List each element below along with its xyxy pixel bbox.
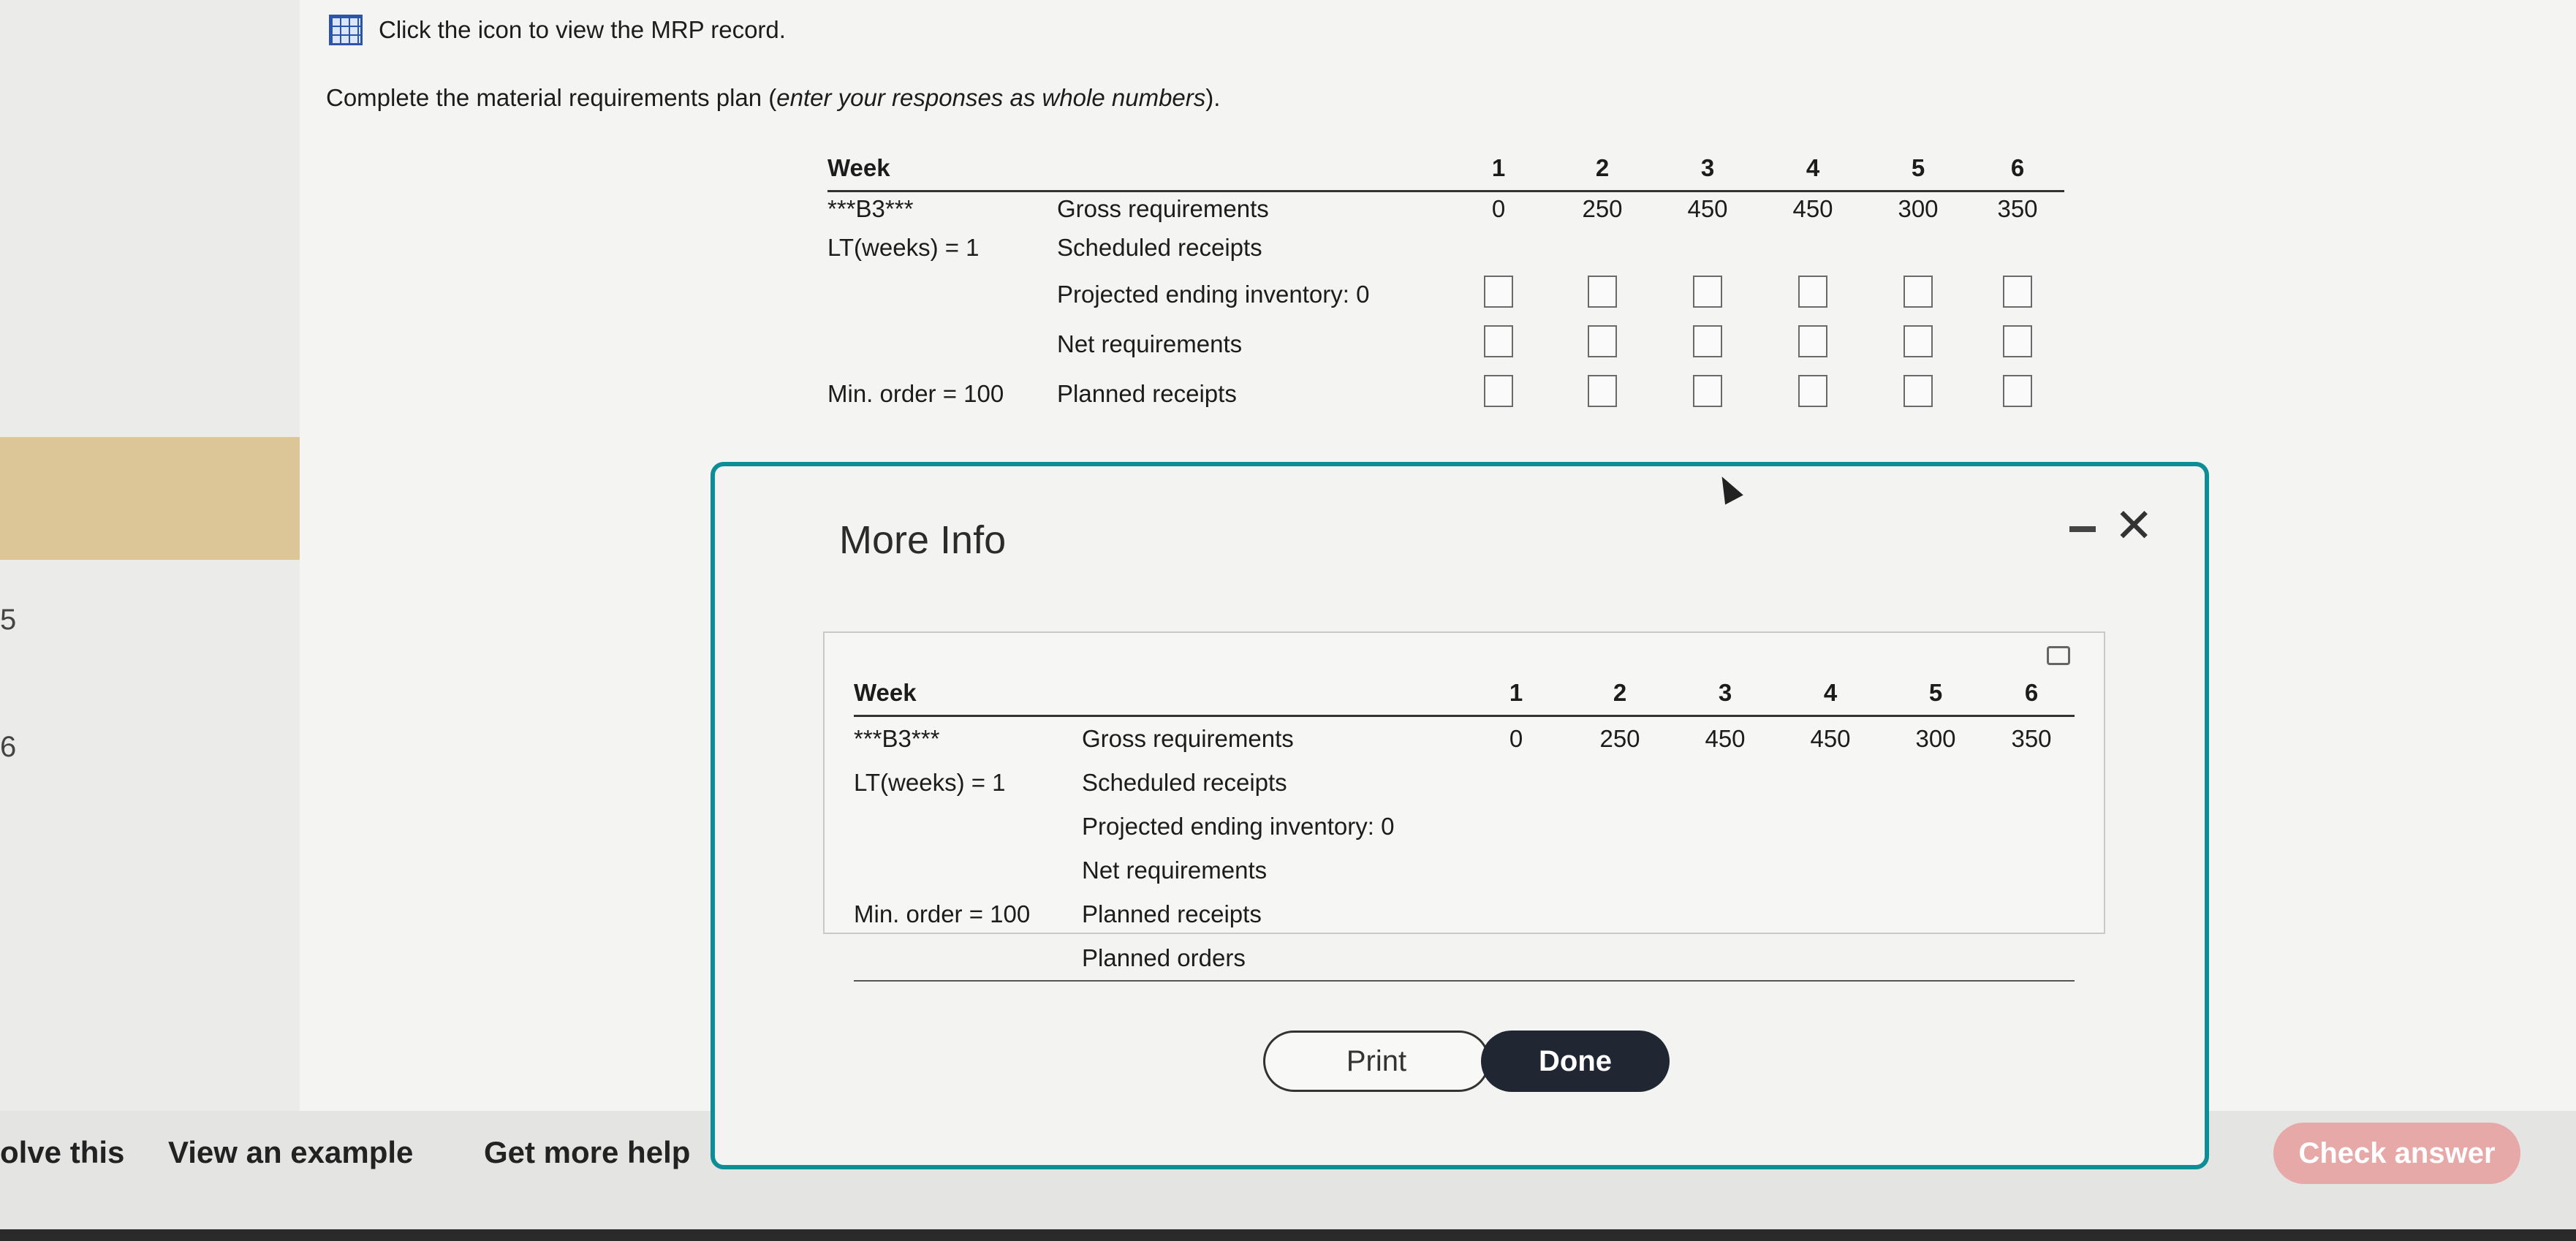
bottom-edge <box>0 1229 2576 1241</box>
record-label-projected: Projected ending inventory: 0 <box>1082 813 1395 840</box>
scheduled-receipts-row: LT(weeks) = 1 Scheduled receipts <box>827 226 2064 270</box>
planned-receipts-input[interactable] <box>1588 375 1617 407</box>
gross-value: 450 <box>1792 195 1833 222</box>
mrp-table: Week 1 2 3 4 5 6 ***B3*** Gross requirem… <box>827 146 2064 419</box>
projected-inventory-row: Projected ending inventory: 0 <box>827 270 2064 319</box>
projected-inventory-input[interactable] <box>1903 276 1933 308</box>
left-question-number[interactable]: 6 <box>0 731 16 764</box>
check-answer-button[interactable]: Check answer <box>2273 1123 2520 1184</box>
record-week-label: Week <box>854 671 1082 717</box>
planned-receipts-input[interactable] <box>2003 375 2032 407</box>
record-planned-orders-row: Planned orders <box>854 936 2075 982</box>
record-gross-value: 300 <box>1915 725 1956 752</box>
record-week-header-row: Week 1 2 3 4 5 6 <box>854 671 2075 717</box>
record-label-net: Net requirements <box>1082 857 1268 884</box>
planned-receipts-input[interactable] <box>1798 375 1827 407</box>
instruction-prefix: Complete the material requirements plan … <box>326 84 777 111</box>
lead-time: LT(weeks) = 1 <box>827 234 980 261</box>
week-number: 2 <box>1550 146 1655 192</box>
close-icon[interactable]: ✕ <box>2114 498 2153 553</box>
get-more-help-link[interactable]: Get more help <box>484 1135 690 1170</box>
minimize-icon[interactable] <box>2069 510 2099 536</box>
record-gross-row: ***B3*** Gross requirements 0 250 450 45… <box>854 716 2075 762</box>
view-example-link[interactable]: View an example <box>168 1135 413 1170</box>
week-header-row: Week 1 2 3 4 5 6 <box>827 146 2064 192</box>
planned-receipts-input[interactable] <box>1903 375 1933 407</box>
mrp-record-link[interactable]: Click the icon to view the MRP record. <box>329 15 786 45</box>
left-sidebar-active-item[interactable] <box>0 437 300 560</box>
record-label-scheduled: Scheduled receipts <box>1082 769 1287 796</box>
net-requirements-input[interactable] <box>1693 325 1722 357</box>
gross-value: 250 <box>1582 195 1623 222</box>
row-label-gross: Gross requirements <box>1057 195 1269 222</box>
record-week-number: 2 <box>1567 671 1672 717</box>
record-min-order: Min. order = 100 <box>854 900 1031 927</box>
planned-receipts-input[interactable] <box>1484 375 1513 407</box>
week-number: 3 <box>1655 146 1760 192</box>
record-label-gross: Gross requirements <box>1082 725 1294 752</box>
net-requirements-input[interactable] <box>1484 325 1513 357</box>
record-gross-value: 450 <box>1810 725 1851 752</box>
net-requirements-input[interactable] <box>1588 325 1617 357</box>
record-planned-receipts-row: Min. order = 100 Planned receipts <box>854 892 2075 936</box>
week-label: Week <box>827 146 1057 192</box>
projected-inventory-input[interactable] <box>1693 276 1722 308</box>
print-button[interactable]: Print <box>1263 1031 1490 1092</box>
record-week-number: 1 <box>1465 671 1567 717</box>
projected-inventory-input[interactable] <box>1798 276 1827 308</box>
record-label-planned-orders: Planned orders <box>1082 936 1465 982</box>
mrp-record-table: Week 1 2 3 4 5 6 ***B3*** Gross requirem… <box>854 671 2075 982</box>
record-week-number: 6 <box>1988 671 2075 717</box>
record-scheduled-row: LT(weeks) = 1 Scheduled receipts <box>854 761 2075 805</box>
gross-value: 300 <box>1898 195 1939 222</box>
planned-receipts-row: Min. order = 100 Planned receipts <box>827 369 2064 419</box>
net-requirements-row: Net requirements <box>827 319 2064 369</box>
record-net-row: Net requirements <box>854 849 2075 892</box>
copy-icon[interactable] <box>2047 646 2070 665</box>
gross-value: 0 <box>1491 195 1506 222</box>
dialog-title: More Info <box>839 518 1007 562</box>
mrp-record-panel: Week 1 2 3 4 5 6 ***B3*** Gross requirem… <box>823 631 2105 982</box>
record-week-number: 5 <box>1883 671 1988 717</box>
gross-requirements-row: ***B3*** Gross requirements 0 250 450 45… <box>827 191 2064 227</box>
left-question-number[interactable]: 5 <box>0 604 16 637</box>
week-number: 5 <box>1865 146 1971 192</box>
record-item-name: ***B3*** <box>854 725 940 752</box>
record-projected-row: Projected ending inventory: 0 <box>854 805 2075 849</box>
projected-inventory-input[interactable] <box>1588 276 1617 308</box>
record-gross-value: 350 <box>2011 725 2052 752</box>
more-info-dialog: More Info ✕ Week 1 2 3 4 5 6 ***B3*** Gr… <box>711 462 2209 1169</box>
instruction-emphasis: enter your responses as whole numbers <box>776 84 1206 111</box>
record-week-number: 4 <box>1778 671 1883 717</box>
record-gross-value: 0 <box>1509 725 1523 752</box>
gross-value: 350 <box>1997 195 2038 222</box>
done-button[interactable]: Done <box>1481 1031 1670 1092</box>
record-gross-value: 450 <box>1705 725 1746 752</box>
grid-icon[interactable] <box>329 15 363 45</box>
week-number: 6 <box>1971 146 2064 192</box>
row-label-scheduled: Scheduled receipts <box>1057 234 1262 261</box>
record-lead-time: LT(weeks) = 1 <box>854 769 1006 796</box>
record-gross-value: 250 <box>1599 725 1640 752</box>
net-requirements-input[interactable] <box>1798 325 1827 357</box>
week-number: 4 <box>1760 146 1865 192</box>
net-requirements-input[interactable] <box>1903 325 1933 357</box>
record-week-number: 3 <box>1672 671 1778 717</box>
planned-receipts-input[interactable] <box>1693 375 1722 407</box>
solve-this-link[interactable]: olve this <box>0 1135 124 1170</box>
row-label-net: Net requirements <box>1057 330 1243 357</box>
record-label-planned-receipts: Planned receipts <box>1082 900 1262 927</box>
projected-inventory-input[interactable] <box>2003 276 2032 308</box>
instruction-text: Complete the material requirements plan … <box>326 84 1220 112</box>
net-requirements-input[interactable] <box>2003 325 2032 357</box>
row-label-projected: Projected ending inventory: 0 <box>1057 281 1370 308</box>
item-name: ***B3*** <box>827 195 914 222</box>
projected-inventory-input[interactable] <box>1484 276 1513 308</box>
gross-value: 450 <box>1687 195 1728 222</box>
instruction-suffix: ). <box>1205 84 1221 111</box>
row-label-planned-receipts: Planned receipts <box>1057 380 1237 407</box>
week-number: 1 <box>1447 146 1550 192</box>
min-order: Min. order = 100 <box>827 380 1004 407</box>
mrp-record-link-text: Click the icon to view the MRP record. <box>379 16 786 43</box>
